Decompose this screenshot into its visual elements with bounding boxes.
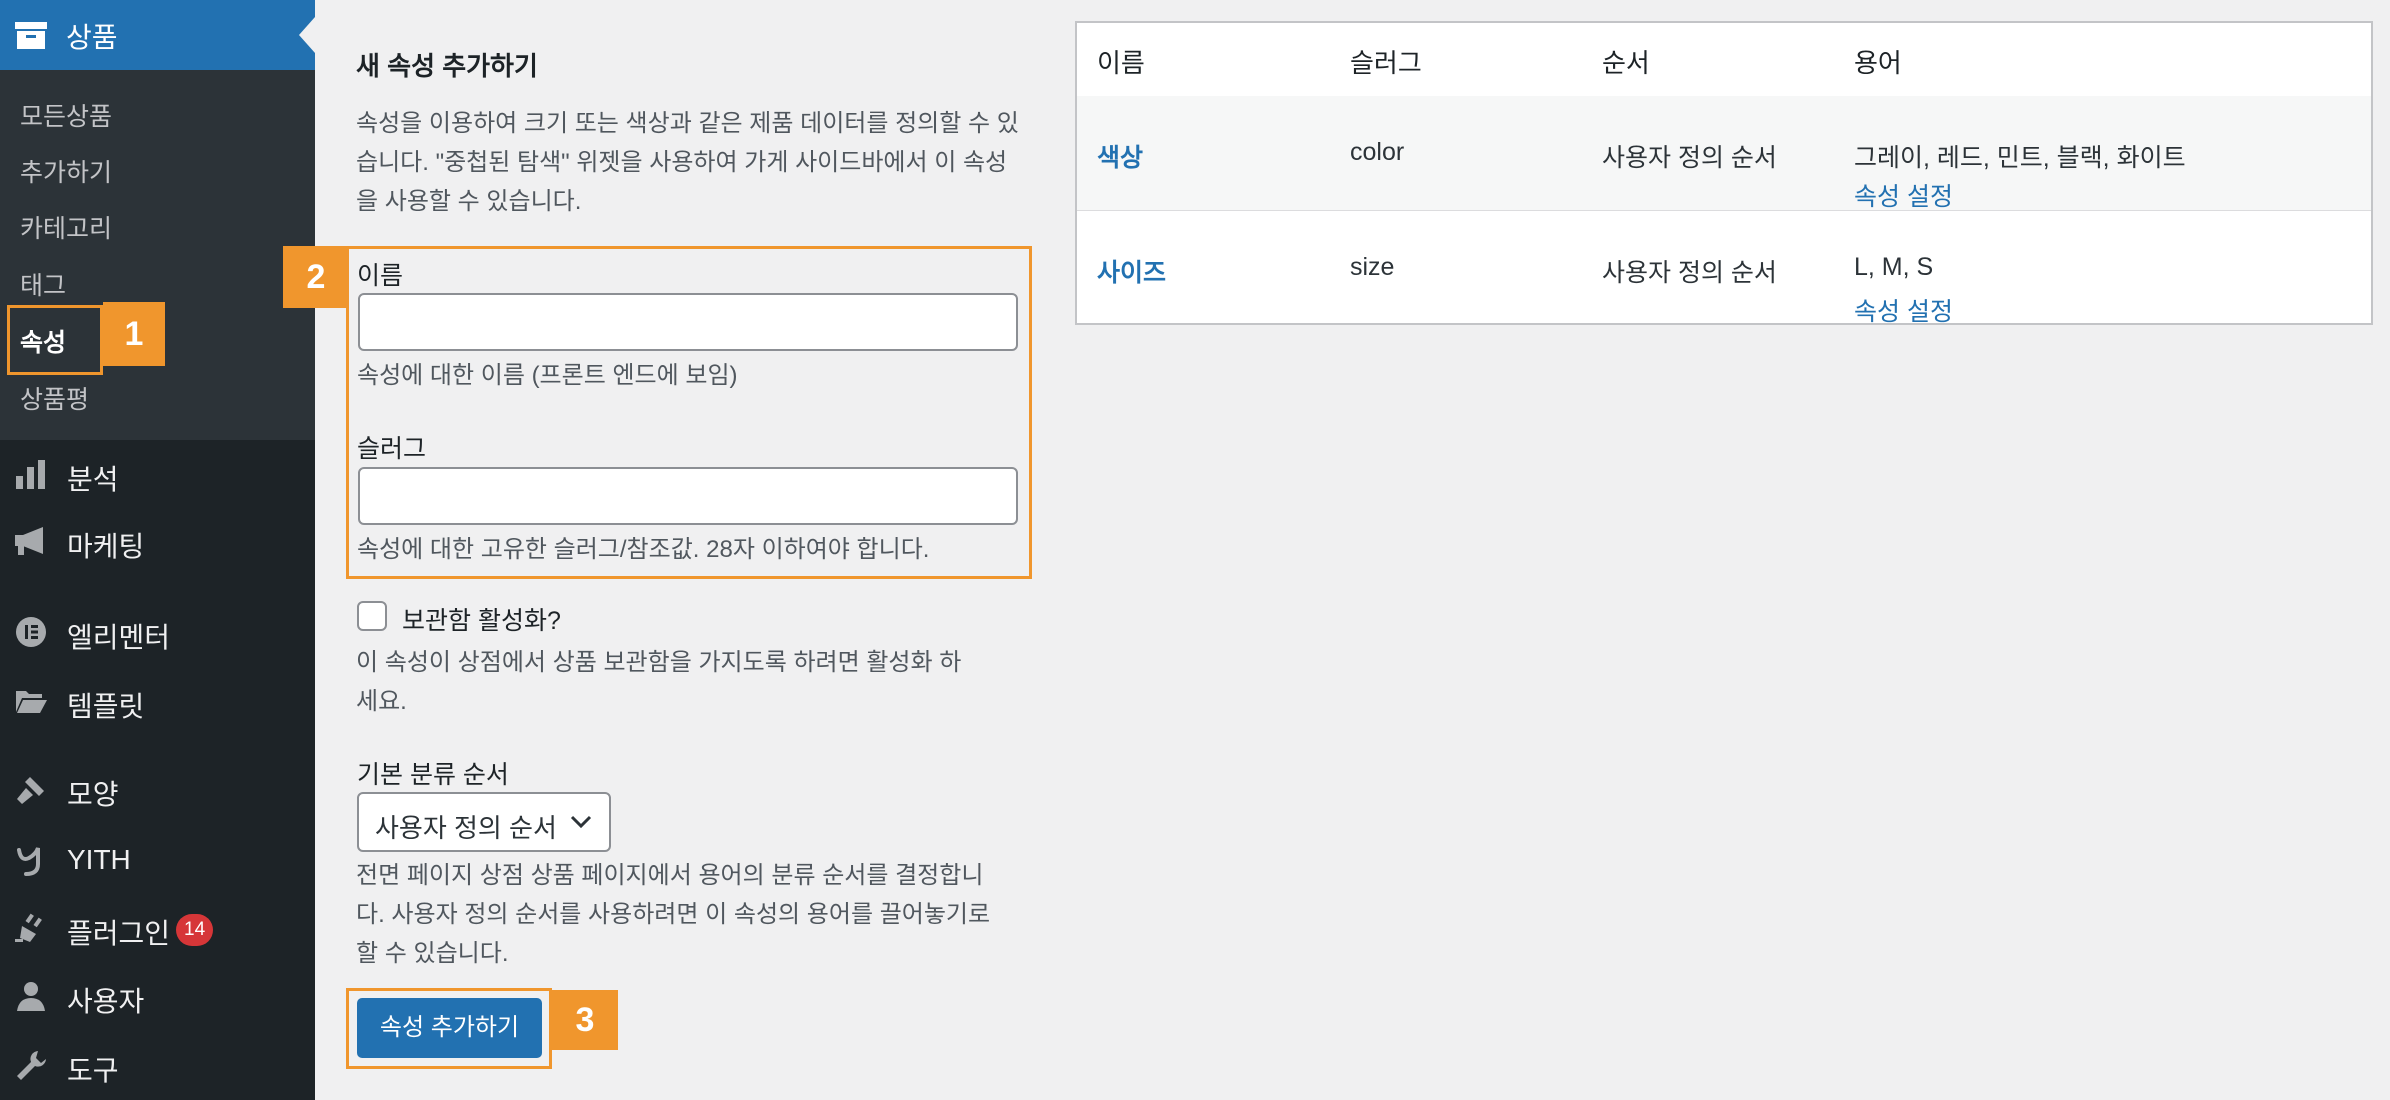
callout-number-1: 1: [103, 302, 165, 366]
add-attribute-button[interactable]: 속성 추가하기: [357, 998, 542, 1058]
attribute-name-input[interactable]: [358, 293, 1018, 351]
attribute-name-link[interactable]: 사이즈: [1097, 253, 1166, 289]
current-menu-arrow: [299, 17, 315, 53]
sidebar-item-tools[interactable]: 도구: [0, 1037, 315, 1093]
attribute-slug-input[interactable]: [358, 467, 1018, 525]
sidebar-item-users[interactable]: 사용자: [0, 968, 315, 1024]
sidebar-item-label: 템플릿: [67, 691, 145, 722]
sidebar-item-label: YITH: [67, 844, 131, 875]
sidebar-item-products[interactable]: 상품: [0, 0, 315, 70]
attribute-slug: color: [1350, 138, 1405, 166]
slug-field-label: 슬러그: [357, 435, 427, 463]
enable-archives-help: 이 속성이 상점에서 상품 보관함을 가지도록 하려면 활성화 하 세요.: [356, 649, 962, 715]
attribute-slug: size: [1350, 253, 1395, 281]
configure-terms-link[interactable]: 속성 설정: [1854, 292, 1953, 328]
sort-order-selected-value: 사용자 정의 순서: [375, 813, 557, 843]
submenu-item-all-products[interactable]: 모든상품: [20, 97, 112, 133]
folder-open-icon: [16, 691, 47, 713]
sidebar-item-yith[interactable]: YITH: [0, 832, 315, 888]
submenu-item-categories[interactable]: 카테고리: [20, 209, 112, 245]
yith-icon: [17, 847, 40, 876]
column-header-terms[interactable]: 용어: [1854, 43, 1902, 80]
megaphone-icon: [15, 527, 43, 555]
sidebar-item-label: 엘리멘터: [67, 622, 171, 653]
sidebar-item-label: 마케팅: [67, 531, 145, 562]
sidebar-item-appearance[interactable]: 모양: [0, 761, 315, 817]
sort-order-select[interactable]: 사용자 정의 순서: [357, 792, 611, 852]
user-icon: [17, 982, 45, 1011]
archive-icon: [15, 22, 47, 49]
admin-sidebar: 상품 모든상품 추가하기 카테고리 태그 속성 상품평 분석 마케팅 엘리멘터 …: [0, 0, 315, 1100]
name-field-label: 이름: [357, 262, 404, 290]
elementor-icon: [16, 617, 46, 647]
table-row: 사이즈 size 사용자 정의 순서 L, M, S 속성 설정: [1077, 210, 2371, 326]
submenu-item-reviews[interactable]: 상품평: [20, 380, 89, 416]
form-description: 속성을 이용하여 크기 또는 색상과 같은 제품 데이터를 정의할 수 있 습니…: [356, 110, 1019, 215]
plugin-icon: [15, 913, 42, 942]
table-header: 이름 슬러그 순서 용어: [1077, 23, 2371, 98]
sidebar-item-plugins[interactable]: 플러그인 14: [0, 900, 315, 956]
attribute-order: 사용자 정의 순서: [1602, 259, 1777, 287]
enable-archives-checkbox[interactable]: [357, 601, 387, 631]
bar-chart-icon: [16, 460, 45, 489]
sidebar-item-label: 분석: [67, 464, 119, 495]
column-header-slug[interactable]: 슬러그: [1350, 43, 1422, 80]
sidebar-item-analytics[interactable]: 분석: [0, 446, 315, 502]
sidebar-item-templates[interactable]: 템플릿: [0, 673, 315, 729]
attributes-table: 이름 슬러그 순서 용어 색상 color 사용자 정의 순서 그레이, 레드,…: [1075, 21, 2373, 326]
sidebar-item-marketing[interactable]: 마케팅: [0, 513, 315, 569]
column-header-order[interactable]: 순서: [1602, 43, 1650, 80]
attribute-terms: L, M, S: [1854, 253, 1934, 281]
sidebar-item-label: 도구: [67, 1055, 119, 1086]
enable-archives-label[interactable]: 보관함 활성화?: [402, 601, 561, 637]
sidebar-item-label: 사용자: [67, 986, 145, 1017]
attribute-terms: 그레이, 레드, 민트, 블랙, 화이트: [1854, 144, 2186, 172]
slug-field-help: 속성에 대한 고유한 슬러그/참조값. 28자 이하여야 합니다.: [357, 536, 930, 563]
name-field-help: 속성에 대한 이름 (프론트 엔드에 보임): [357, 362, 738, 389]
submenu-item-add-new[interactable]: 추가하기: [20, 153, 112, 189]
form-title: 새 속성 추가하기: [356, 51, 538, 81]
update-count-badge: 14: [176, 914, 214, 946]
attribute-order: 사용자 정의 순서: [1602, 144, 1777, 172]
callout-number-3: 3: [552, 990, 618, 1050]
column-header-name[interactable]: 이름: [1097, 43, 1145, 80]
sidebar-item-label: 상품: [66, 22, 118, 53]
configure-terms-link[interactable]: 속성 설정: [1854, 177, 1953, 213]
sidebar-item-label: 모양: [67, 779, 119, 810]
products-submenu: 모든상품 추가하기 카테고리 태그 속성 상품평: [0, 70, 315, 440]
submenu-item-tags[interactable]: 태그: [20, 266, 66, 302]
attribute-name-link[interactable]: 색상: [1097, 138, 1143, 174]
chevron-down-icon: [570, 815, 592, 829]
callout-number-2: 2: [283, 246, 349, 308]
sort-order-label: 기본 분류 순서: [357, 761, 509, 789]
sidebar-item-label: 플러그인: [67, 918, 171, 949]
wrench-icon: [17, 1051, 46, 1080]
sort-order-help: 전면 페이지 상점 상품 페이지에서 용어의 분류 순서를 결정합니 다. 사용…: [356, 862, 991, 967]
sidebar-item-elementor[interactable]: 엘리멘터: [0, 604, 315, 660]
table-row: 색상 color 사용자 정의 순서 그레이, 레드, 민트, 블랙, 화이트 …: [1077, 96, 2371, 213]
highlight-box-attributes: [7, 305, 103, 375]
paintbrush-icon: [17, 777, 44, 804]
